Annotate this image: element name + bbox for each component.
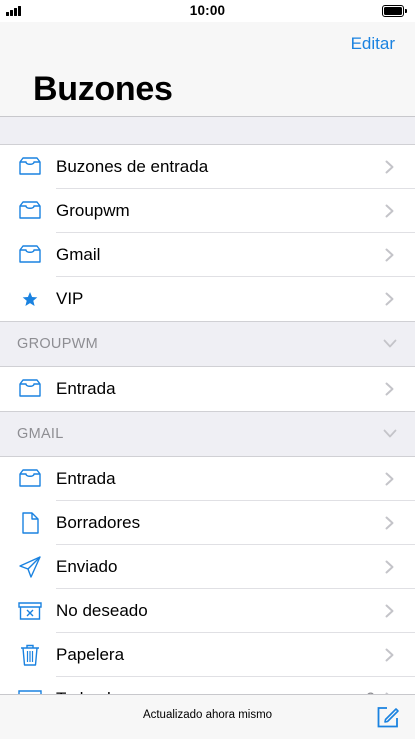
row-label: Borradores xyxy=(56,513,141,532)
chevron-right-icon xyxy=(385,472,394,486)
star-icon xyxy=(22,292,38,306)
chevron-right-icon xyxy=(385,160,394,174)
row-label: No deseado xyxy=(56,601,148,620)
chevron-right-icon xyxy=(385,648,394,662)
navigation-bar: Editar Buzones xyxy=(0,22,415,116)
bottom-toolbar: Actualizado ahora mismo xyxy=(0,694,415,739)
inbox-tray-icon xyxy=(19,157,41,175)
chevron-right-icon xyxy=(385,248,394,262)
edit-button[interactable]: Editar xyxy=(351,34,395,54)
chevron-down-icon[interactable] xyxy=(383,339,397,348)
chevron-right-icon xyxy=(385,382,394,396)
update-status-text: Actualizado ahora mismo xyxy=(142,709,273,721)
inbox-tray-icon xyxy=(19,469,41,487)
junk-box-icon xyxy=(18,602,42,620)
account-name: GMAIL xyxy=(17,426,64,442)
inbox-tray-icon xyxy=(19,245,41,263)
battery-icon xyxy=(382,5,407,17)
row-label: Buzones de entrada xyxy=(56,157,209,176)
document-icon xyxy=(22,512,39,534)
mailbox-row-groupwm[interactable]: Groupwm xyxy=(0,189,415,233)
chevron-right-icon xyxy=(385,560,394,574)
folder-row-entrada[interactable]: Entrada xyxy=(0,457,415,501)
paper-plane-icon xyxy=(19,556,41,578)
folder-row-borradores[interactable]: Borradores xyxy=(0,501,415,545)
row-label: Gmail xyxy=(56,245,101,264)
chevron-right-icon xyxy=(385,292,394,306)
inbox-tray-icon xyxy=(19,201,41,219)
row-label: Entrada xyxy=(56,469,116,488)
status-time: 10:00 xyxy=(189,3,226,18)
account-section-header[interactable]: GROUPWM xyxy=(0,322,415,366)
trash-icon xyxy=(21,644,39,666)
chevron-right-icon xyxy=(385,204,394,218)
folder-row-enviado[interactable]: Enviado xyxy=(0,545,415,589)
folder-row-papelera[interactable]: Papelera xyxy=(0,633,415,677)
page-title: Buzones xyxy=(33,70,173,108)
compose-icon[interactable] xyxy=(375,704,401,730)
mailbox-row-vip[interactable]: VIP xyxy=(0,277,415,321)
folder-row-no-deseado[interactable]: No deseado xyxy=(0,589,415,633)
account-name: GROUPWM xyxy=(17,336,99,352)
status-bar: 10:00 xyxy=(0,0,415,22)
folder-row-entrada[interactable]: Entrada xyxy=(0,367,415,411)
chevron-right-icon xyxy=(385,516,394,530)
inbox-tray-icon xyxy=(19,379,41,397)
row-label: Entrada xyxy=(56,379,116,398)
mailbox-row-buzones-de-entrada[interactable]: Buzones de entrada xyxy=(0,145,415,189)
row-label: Papelera xyxy=(56,645,125,664)
chevron-down-icon[interactable] xyxy=(383,429,397,438)
row-label: Enviado xyxy=(56,557,118,576)
section-spacer xyxy=(0,117,415,144)
chevron-right-icon xyxy=(385,604,394,618)
row-label: VIP xyxy=(56,289,84,308)
mailbox-row-gmail[interactable]: Gmail xyxy=(0,233,415,277)
row-label: Groupwm xyxy=(56,201,130,220)
account-section-header[interactable]: GMAIL xyxy=(0,412,415,456)
